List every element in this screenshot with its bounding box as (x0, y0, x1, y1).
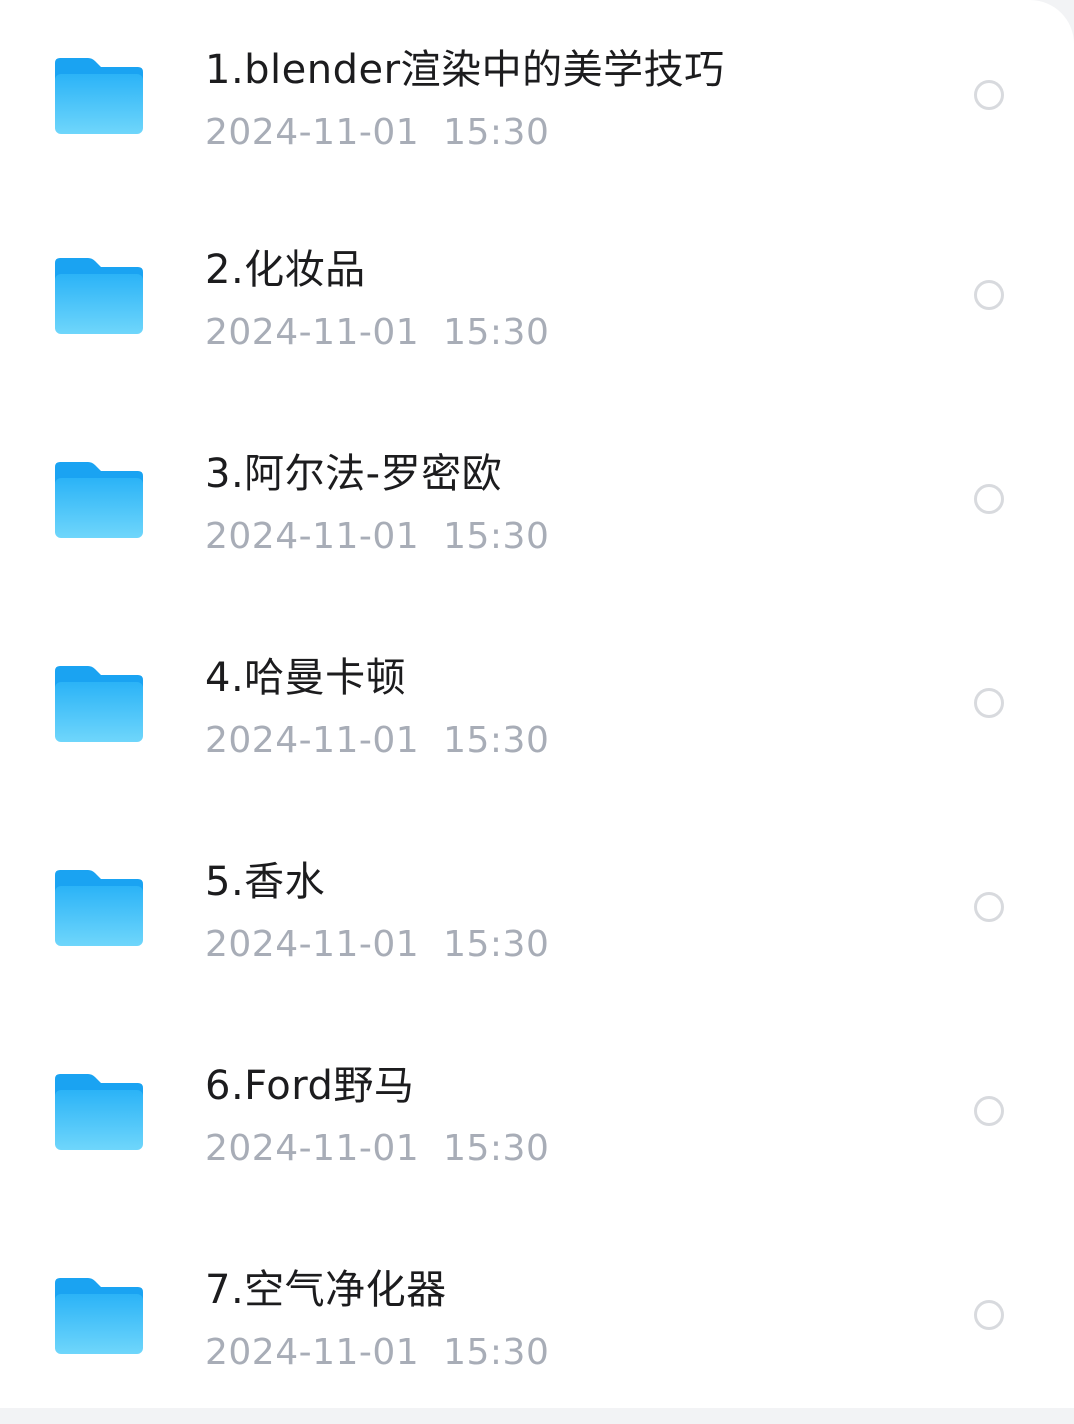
folder-front-shape (55, 1294, 143, 1354)
folder-icon (54, 56, 144, 136)
select-radio[interactable] (974, 892, 1004, 922)
folder-icon (54, 868, 144, 948)
select-radio[interactable] (974, 280, 1004, 310)
folder-front-shape (55, 478, 143, 538)
file-date: 2024-11-01 15:30 (205, 516, 550, 557)
file-name: 4.哈曼卡顿 (205, 655, 407, 701)
list-item[interactable]: 4.哈曼卡顿 2024-11-01 15:30 (0, 608, 1074, 812)
file-name: 2.化妆品 (205, 247, 366, 293)
file-name: 3.阿尔法-罗密欧 (205, 451, 503, 497)
list-item[interactable]: 2.化妆品 2024-11-01 15:30 (0, 200, 1074, 404)
folder-icon (54, 1072, 144, 1152)
select-radio[interactable] (974, 484, 1004, 514)
file-date: 2024-11-01 15:30 (205, 720, 550, 761)
folder-icon (54, 460, 144, 540)
file-date: 2024-11-01 15:30 (205, 1332, 550, 1373)
folder-icon (54, 664, 144, 744)
file-date: 2024-11-01 15:30 (205, 924, 550, 965)
folder-front-shape (55, 274, 143, 334)
folder-front-shape (55, 886, 143, 946)
list-item[interactable]: 3.阿尔法-罗密欧 2024-11-01 15:30 (0, 404, 1074, 608)
folder-front-shape (55, 1090, 143, 1150)
file-name: 5.香水 (205, 859, 326, 905)
file-date: 2024-11-01 15:30 (205, 112, 550, 153)
file-list-panel: 1.blender渲染中的美学技巧 2024-11-01 15:30 2.化妆品… (0, 0, 1074, 1408)
list-item[interactable]: 6.Ford野马 2024-11-01 15:30 (0, 1016, 1074, 1220)
file-date: 2024-11-01 15:30 (205, 312, 550, 353)
folder-icon (54, 1276, 144, 1356)
file-date: 2024-11-01 15:30 (205, 1128, 550, 1169)
folder-front-shape (55, 74, 143, 134)
file-name: 1.blender渲染中的美学技巧 (205, 47, 725, 93)
file-name: 6.Ford野马 (205, 1063, 415, 1109)
file-list: 1.blender渲染中的美学技巧 2024-11-01 15:30 2.化妆品… (0, 0, 1074, 1424)
folder-icon (54, 256, 144, 336)
select-radio[interactable] (974, 80, 1004, 110)
folder-front-shape (55, 682, 143, 742)
list-item[interactable]: 1.blender渲染中的美学技巧 2024-11-01 15:30 (0, 0, 1074, 200)
file-name: 7.空气净化器 (205, 1267, 447, 1313)
list-item[interactable]: 7.空气净化器 2024-11-01 15:30 (0, 1220, 1074, 1424)
select-radio[interactable] (974, 1096, 1004, 1126)
select-radio[interactable] (974, 1300, 1004, 1330)
select-radio[interactable] (974, 688, 1004, 718)
list-item[interactable]: 5.香水 2024-11-01 15:30 (0, 812, 1074, 1016)
